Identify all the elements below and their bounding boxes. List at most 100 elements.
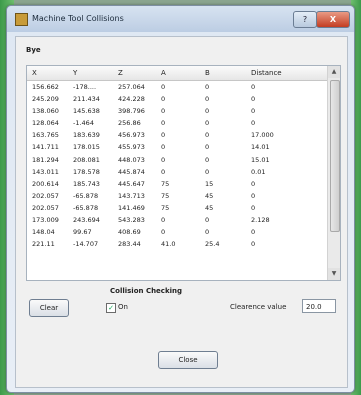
table-cell: 0	[161, 167, 166, 176]
table-cell: 398.796	[118, 107, 145, 116]
table-cell: 128.064	[32, 119, 59, 128]
table-cell: 0	[205, 155, 210, 164]
close-window-button[interactable]: X	[316, 11, 350, 28]
table-cell: 15	[205, 179, 214, 188]
table-cell: 448.073	[118, 155, 145, 164]
table-cell: 178.015	[73, 143, 100, 152]
table-row[interactable]: 221.11 -14.707 283.44 41.0 25.4 0	[27, 238, 327, 250]
table-cell: 2.128	[251, 216, 270, 225]
table-row[interactable]: 138.060 145.638 398.796 0 0 0	[27, 105, 327, 117]
column-header-b[interactable]: B	[205, 69, 239, 77]
table-cell: 0	[205, 83, 210, 91]
table-row[interactable]: 202.057 -65.878 143.713 75 45 0	[27, 190, 327, 202]
column-header-a[interactable]: A	[161, 69, 195, 77]
table-cell: 45	[205, 191, 214, 200]
scroll-up-icon[interactable]: ▲	[328, 66, 340, 78]
table-cell: 0	[205, 143, 210, 152]
table-cell: 163.765	[32, 131, 59, 140]
table-cell: 0	[251, 191, 256, 200]
table-row[interactable]: 245.209 211.434 424.228 0 0 0	[27, 93, 327, 105]
table-cell: 424.228	[118, 95, 145, 104]
table-cell: 141.469	[118, 203, 145, 212]
table-cell: 0	[205, 119, 210, 128]
table-cell: 0	[205, 216, 210, 225]
table-cell: 25.4	[205, 240, 220, 249]
table-cell: 283.44	[118, 240, 141, 249]
table-cell: -178....	[73, 83, 97, 91]
clearance-value-input[interactable]: 20.0	[302, 299, 336, 313]
table-cell: 41.0	[161, 240, 176, 249]
title-bar[interactable]: Machine Tool Collisions ? X	[7, 6, 354, 32]
column-header-z[interactable]: Z	[118, 69, 158, 77]
table-cell: 143.713	[118, 191, 145, 200]
table-cell: 0	[251, 83, 256, 91]
table-row[interactable]: 143.011 178.578 445.874 0 0 0.01	[27, 166, 327, 178]
table-cell: 181.294	[32, 155, 59, 164]
table-cell: 99.67	[73, 228, 92, 237]
on-checkbox[interactable]: ✓	[106, 303, 116, 313]
table-cell: 256.86	[118, 119, 141, 128]
close-button[interactable]: Close	[158, 351, 218, 369]
table-cell: 178.578	[73, 167, 100, 176]
dialog-window: Machine Tool Collisions ? X Bye X Y Z A …	[6, 5, 355, 393]
table-row[interactable]: 163.765 183.639 456.973 0 0 17.000	[27, 129, 327, 141]
column-header-distance[interactable]: Distance	[251, 69, 311, 77]
table-cell: 221.11	[32, 240, 55, 249]
table-cell: 445.647	[118, 179, 145, 188]
table-cell: 0	[161, 143, 166, 152]
table-row[interactable]: 173.009 243.694 543.283 0 0 2.128	[27, 214, 327, 226]
table-cell: 445.874	[118, 167, 145, 176]
column-header-y[interactable]: Y	[73, 69, 115, 77]
table-cell: -65.878	[73, 191, 99, 200]
table-cell: 0	[161, 155, 166, 164]
help-button[interactable]: ?	[293, 11, 317, 28]
table-cell: 0	[205, 131, 210, 140]
collisions-table[interactable]: X Y Z A B Distance 156.662 -178.... 257.06…	[26, 65, 341, 281]
table-cell: 0	[205, 167, 210, 176]
table-cell: 211.434	[73, 95, 100, 104]
table-cell: 200.614	[32, 179, 59, 188]
table-cell: 141.711	[32, 143, 59, 152]
clearance-value-label: Clearence value	[230, 303, 287, 311]
table-cell: 156.662	[32, 83, 59, 91]
table-cell: 456.973	[118, 131, 145, 140]
table-cell: 138.060	[32, 107, 59, 116]
table-cell: 0	[251, 95, 256, 104]
table-row[interactable]: 128.064 -1.464 256.86 0 0 0	[27, 117, 327, 129]
table-cell: 245.209	[32, 95, 59, 104]
table-cell: 0	[251, 107, 256, 116]
table-cell: 0	[161, 119, 166, 128]
table-cell: 145.638	[73, 107, 100, 116]
window-title: Machine Tool Collisions	[32, 14, 124, 23]
table-row[interactable]: 202.057 -65.878 141.469 75 45 0	[27, 202, 327, 214]
table-cell: 14.01	[251, 143, 270, 152]
on-label: On	[118, 303, 128, 311]
table-cell: 15.01	[251, 155, 270, 164]
table-cell: 75	[161, 191, 170, 200]
clear-button[interactable]: Clear	[29, 299, 69, 317]
table-row[interactable]: 148.04 99.67 408.69 0 0 0	[27, 226, 327, 238]
dialog-body: Bye X Y Z A B Distance 156.662 -178.... 25…	[15, 36, 348, 388]
table-row[interactable]: 181.294 208.081 448.073 0 0 15.01	[27, 154, 327, 166]
vertical-scrollbar[interactable]: ▲ ▼	[327, 66, 340, 280]
table-cell: 0	[251, 203, 256, 212]
table-row[interactable]: 141.711 178.015 455.973 0 0 14.01	[27, 141, 327, 153]
table-cell: 0	[161, 228, 166, 237]
table-cell: 0.01	[251, 167, 266, 176]
table-cell: 0	[251, 240, 256, 249]
table-row[interactable]: 200.614 185.743 445.647 75 15 0	[27, 178, 327, 190]
table-cell: 143.011	[32, 167, 59, 176]
table-cell: 0	[205, 95, 210, 104]
table-cell: 0	[161, 216, 166, 225]
column-header-x[interactable]: X	[32, 69, 72, 77]
table-cell: 0	[161, 95, 166, 104]
scroll-down-icon[interactable]: ▼	[328, 268, 340, 280]
scrollbar-thumb[interactable]	[330, 80, 340, 232]
group-label: Bye	[26, 46, 41, 54]
table-cell: 208.081	[73, 155, 100, 164]
table-row[interactable]: 156.662 -178.... 257.064 0 0 0	[27, 81, 327, 93]
table-cell: 257.064	[118, 83, 145, 91]
table-cell: 17.000	[251, 131, 274, 140]
table-cell: 0	[161, 83, 166, 91]
table-cell: 0	[161, 131, 166, 140]
